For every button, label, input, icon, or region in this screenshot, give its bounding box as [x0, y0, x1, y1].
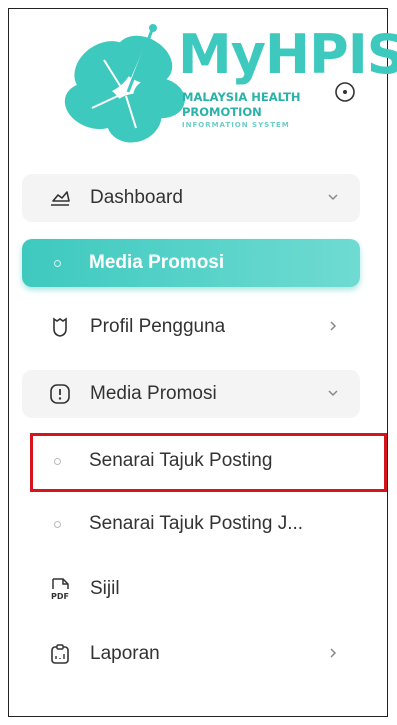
- hibiscus-logo-icon: [64, 24, 185, 143]
- sidebar-item-label: Laporan: [90, 643, 160, 664]
- shield-icon: [48, 315, 72, 339]
- sidebar-item-senarai-tajuk-posting-j[interactable]: Senarai Tajuk Posting J...: [22, 500, 360, 548]
- sidebar-item-label: Profil Pengguna: [90, 316, 226, 337]
- clipboard-icon: [48, 642, 72, 666]
- sidebar-item-profil-pengguna[interactable]: Profil Pengguna: [22, 303, 360, 351]
- dashboard-icon: [48, 186, 72, 210]
- sidebar-toggle-button[interactable]: [333, 80, 357, 104]
- alert-circle-icon: [48, 382, 72, 406]
- chevron-right-icon: [330, 648, 337, 658]
- sidebar-item-label: Media Promosi: [89, 252, 225, 273]
- brand-title: MyHPIS: [178, 23, 397, 86]
- brand-subtitle-line1: MALAYSIA HEALTH: [182, 90, 301, 104]
- sidebar-item-label: Senarai Tajuk Posting J...: [89, 513, 304, 534]
- circle-dot-icon: [335, 82, 355, 102]
- sidebar-item-label: Media Promosi: [90, 383, 217, 404]
- sidebar-item-dashboard[interactable]: Dashboard: [22, 174, 360, 222]
- svg-text:PDF: PDF: [51, 592, 69, 601]
- sidebar-item-sijil[interactable]: PDF Sijil: [22, 565, 360, 613]
- bullet-icon: [54, 259, 61, 267]
- chevron-down-icon: [328, 194, 338, 201]
- brand-subtitle-line2: PROMOTION: [182, 105, 262, 119]
- pdf-icon: PDF: [48, 577, 72, 601]
- sidebar-item-laporan[interactable]: Laporan: [22, 630, 360, 678]
- brand-subtitle-line3: INFORMATION SYSTEM: [182, 121, 290, 129]
- sidebar-item-label: Sijil: [90, 578, 120, 599]
- sidebar-item-label: Dashboard: [90, 187, 183, 208]
- bullet-icon: [54, 520, 61, 528]
- sidebar-item-media-promosi[interactable]: Media Promosi: [22, 370, 360, 418]
- chevron-right-icon: [330, 321, 337, 331]
- selection-highlight: [30, 433, 387, 492]
- chevron-down-icon: [328, 390, 338, 397]
- sidebar-item-media-promosi-active[interactable]: Media Promosi: [22, 239, 360, 287]
- logo[interactable]: MyHPIS MALAYSIA HEALTH PROMOTION INFORMA…: [64, 20, 397, 160]
